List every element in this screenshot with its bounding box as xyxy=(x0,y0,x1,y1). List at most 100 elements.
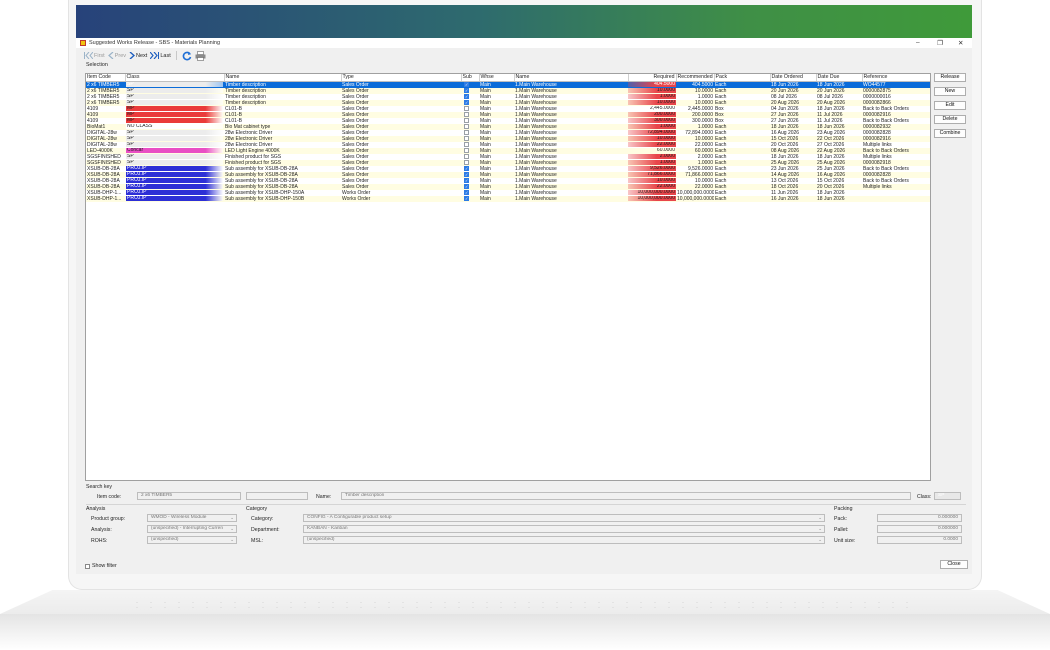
sub-checkbox[interactable] xyxy=(464,159,469,165)
class-label: Class: xyxy=(917,494,932,500)
column-header[interactable]: Pack xyxy=(714,74,771,82)
toolbar: First Prev Next Last xyxy=(76,49,972,62)
required-value: 1.0000 xyxy=(628,160,676,165)
column-header[interactable]: Sub xyxy=(461,74,480,82)
table-row[interactable]: XSUB-DHP-1... PROJ.IP Sub assembly for XSU… xyxy=(86,195,930,202)
chevron-down-icon: ⌄ xyxy=(230,526,234,531)
class-badge: SP xyxy=(126,160,223,165)
item-code-cell: XSUB-DB-28A xyxy=(86,177,125,184)
details-divider xyxy=(86,504,966,505)
rohs-value: (unspecified) xyxy=(151,537,179,542)
product-group-label: Product group: xyxy=(91,516,126,522)
reference-cell xyxy=(862,195,930,202)
required-value: 404.5000 xyxy=(628,82,676,87)
pallet-field[interactable]: 0.000000 xyxy=(877,525,962,533)
sub-checkbox[interactable] xyxy=(464,81,469,87)
class-badge: Concar xyxy=(126,148,223,153)
minimize-button[interactable]: – xyxy=(916,39,920,46)
sub-checkbox[interactable] xyxy=(464,153,469,159)
sub-checkbox[interactable] xyxy=(464,105,469,111)
new-button[interactable]: New xyxy=(934,87,966,96)
class-field[interactable]: SP xyxy=(934,492,961,500)
column-header[interactable]: Date Due xyxy=(816,74,863,82)
close-button[interactable]: Close xyxy=(940,560,968,569)
class-badge: SP xyxy=(126,100,223,105)
sub-checkbox[interactable] xyxy=(464,147,469,153)
category-group-label: Category xyxy=(246,506,268,512)
item-code-cell: 2 x6 TIMBER5 xyxy=(86,99,125,106)
column-header[interactable]: Recommended xyxy=(676,74,715,82)
last-button[interactable]: Last xyxy=(150,52,171,59)
column-header[interactable]: Name xyxy=(514,74,629,82)
msl-label: MSL: xyxy=(251,538,264,544)
product-group-select[interactable]: WMOD - Wireless Module ⌄ xyxy=(147,514,237,522)
required-value: 10.0000 xyxy=(628,136,676,141)
prev-button[interactable]: Prev xyxy=(107,52,127,59)
close-window-button[interactable]: ✕ xyxy=(958,39,963,47)
search-key-group-label: Search key xyxy=(86,484,112,490)
sub-checkbox[interactable] xyxy=(464,117,469,123)
sub-checkbox[interactable] xyxy=(464,99,469,105)
sub-checkbox[interactable] xyxy=(464,183,469,189)
chevron-down-icon: ⌄ xyxy=(818,515,822,520)
class-badge: PROJ.IP xyxy=(126,178,223,183)
checkbox-icon xyxy=(85,563,90,569)
sub-checkbox[interactable] xyxy=(464,87,469,93)
pack-field[interactable]: 0.000000 xyxy=(877,514,962,522)
release-button[interactable]: Release xyxy=(934,73,966,82)
column-header[interactable]: Date Ordered xyxy=(770,74,817,82)
edit-button[interactable]: Edit xyxy=(934,101,966,110)
prev-label: Prev xyxy=(114,52,127,59)
delete-button[interactable]: Delete xyxy=(934,115,966,124)
header-banner xyxy=(76,5,972,38)
sub-checkbox[interactable] xyxy=(464,111,469,117)
item-code-cell: SGSFINISHED xyxy=(86,159,125,166)
required-value: 9,526.0000 xyxy=(628,166,676,171)
sub-checkbox[interactable] xyxy=(464,129,469,135)
packing-group-label: Packing xyxy=(834,506,853,512)
column-header[interactable]: Type xyxy=(341,74,462,82)
analysis-group-label: Analysis xyxy=(86,506,106,512)
category-select[interactable]: CONFIG - A Configurable product setup ⌄ xyxy=(303,514,825,522)
sub-checkbox[interactable] xyxy=(464,171,469,177)
sub-checkbox[interactable] xyxy=(464,93,469,99)
name-field[interactable]: Timber description xyxy=(341,492,911,500)
msl-select[interactable]: (unspecified) ⌄ xyxy=(303,536,825,544)
table-body: 2 x6 TIMBER5 SP Timber description Sales Or… xyxy=(86,81,930,202)
column-header[interactable]: Reference xyxy=(862,74,930,82)
refresh-icon[interactable] xyxy=(182,51,192,61)
next-button[interactable]: Next xyxy=(129,52,147,59)
class-badge: PROJ.IP xyxy=(126,172,223,177)
sub-checkbox[interactable] xyxy=(464,165,469,171)
item-code-cell: XSUB-DHP-1... xyxy=(86,195,125,202)
column-header[interactable]: Required xyxy=(628,74,677,82)
department-select[interactable]: KANBAN - Kanban ⌄ xyxy=(303,525,825,533)
item-code-extra-field[interactable] xyxy=(246,492,308,500)
maximize-button[interactable]: ❐ xyxy=(937,39,943,47)
class-badge: SP xyxy=(126,136,223,141)
column-header[interactable]: Whse xyxy=(479,74,515,82)
sub-checkbox[interactable] xyxy=(464,195,469,201)
analysis-select[interactable]: (unspecified) - Interrupting Curren ⌄ xyxy=(147,525,237,533)
print-icon[interactable] xyxy=(195,50,206,61)
column-header[interactable]: Name xyxy=(224,74,342,82)
column-header[interactable]: Class xyxy=(125,74,225,82)
required-value: 22.0000 xyxy=(628,184,676,189)
unit-size-field[interactable]: 0.0000 xyxy=(877,536,962,544)
sub-checkbox[interactable] xyxy=(464,189,469,195)
show-filter-checkbox[interactable]: Show filter xyxy=(85,563,117,569)
column-header[interactable]: Item Code xyxy=(86,74,126,82)
first-button[interactable]: First xyxy=(84,52,105,59)
item-code-cell: XSUB-DB-28A xyxy=(86,183,125,190)
sub-checkbox[interactable] xyxy=(464,141,469,147)
required-value: 1.0000 xyxy=(628,94,676,99)
analysis-label: Analysis: xyxy=(91,527,112,533)
details-panel: Search key Item code: 2 x6 TIMBER5 Name:… xyxy=(85,484,967,558)
rohs-select[interactable]: (unspecified) ⌄ xyxy=(147,536,237,544)
combine-button[interactable]: Combine xyxy=(934,129,966,138)
item-code-field[interactable]: 2 x6 TIMBER5 xyxy=(137,492,241,500)
sub-checkbox[interactable] xyxy=(464,123,469,129)
sub-checkbox[interactable] xyxy=(464,177,469,183)
sub-checkbox[interactable] xyxy=(464,135,469,141)
department-label: Department: xyxy=(251,527,280,533)
